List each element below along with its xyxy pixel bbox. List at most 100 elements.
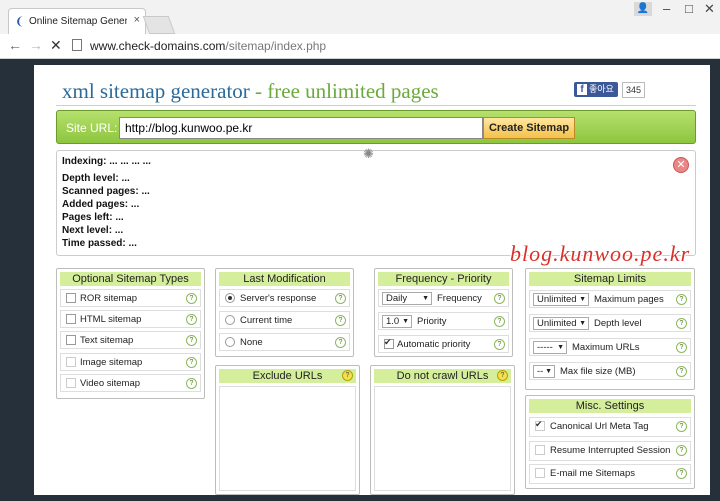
close-tab-icon[interactable]: × [134,14,140,26]
option-label: Canonical Url Meta Tag [550,421,649,432]
checkbox[interactable] [66,357,76,367]
facebook-like-button[interactable]: f 좋아요 [574,82,618,97]
maximum-pages-row: Unlimited ▼ Maximum pages ? [529,290,691,308]
dropdown-arrow-icon: ▼ [545,368,552,375]
maximize-icon[interactable]: □ [685,1,693,16]
browser-tab[interactable]: ❨ Online Sitemap Generato × [8,8,146,34]
panel-title: Frequency - Priority [378,272,509,286]
help-icon[interactable]: ? [186,314,197,325]
help-icon[interactable]: ? [186,293,197,304]
option-resume-interrupted-session[interactable]: Resume Interrupted Session? [529,441,691,461]
priority-select[interactable]: 1.0 ▼ [382,315,412,328]
new-tab-button[interactable] [142,16,176,34]
help-icon[interactable]: ? [335,337,346,348]
status-line: Scanned pages: ... [62,186,150,197]
checkbox[interactable] [66,314,76,324]
option-none[interactable]: None? [219,333,350,351]
radio-button[interactable] [225,337,235,347]
status-value: ... ... ... ... [109,156,151,167]
option-current-time[interactable]: Current time? [219,311,350,329]
status-value: ... [121,173,130,184]
checkbox[interactable] [535,468,545,478]
status-label: Depth level: [62,173,119,184]
help-icon[interactable]: ? [335,293,346,304]
option-image-sitemap[interactable]: Image sitemap? [60,353,201,371]
stop-icon[interactable]: ✕ [50,37,62,54]
checkbox[interactable] [66,335,76,345]
option-html-sitemap[interactable]: HTML sitemap? [60,310,201,328]
create-sitemap-button[interactable]: Create Sitemap [483,117,575,139]
option-label: E-mail me Sitemaps [550,468,635,479]
option-email-me-sitemaps[interactable]: E-mail me Sitemaps? [529,464,691,484]
exclude-urls-textarea[interactable] [219,386,356,491]
option-ror-sitemap[interactable]: ROR sitemap? [60,289,201,307]
checkbox[interactable] [66,378,76,388]
depth-level-row: Unlimited ▼ Depth level ? [529,314,691,332]
checkbox[interactable] [535,419,545,431]
panel-title: Optional Sitemap Types [60,272,201,286]
minimize-icon[interactable]: – [663,1,670,16]
select-value: Unlimited [537,294,577,305]
radio-button[interactable] [225,315,235,325]
site-url-bar: Site URL: Create Sitemap [56,110,696,144]
back-icon[interactable]: ← [8,37,22,53]
option-canonical-url-meta-tag[interactable]: Canonical Url Meta Tag? [529,417,691,437]
depth-level-select[interactable]: Unlimited ▼ [533,317,589,330]
url-host: www.check-domains.com [90,39,226,53]
maximum-pages-select[interactable]: Unlimited ▼ [533,293,589,306]
radio-button[interactable] [225,293,235,303]
title-main: xml sitemap generator [62,79,250,103]
max-file-size-row: -- ▼ Max file size (MB) ? [529,362,691,380]
title-free: free unlimited pages [267,79,439,103]
option-video-sitemap[interactable]: Video sitemap? [60,374,201,392]
help-icon[interactable]: ? [676,342,687,353]
user-profile-icon[interactable]: 👤 [634,2,652,16]
help-icon[interactable]: ? [186,378,197,389]
help-icon[interactable]: ? [186,335,197,346]
frequency-label: Frequency [437,293,482,304]
maximum-urls-select[interactable]: ----- ▼ [533,341,567,354]
panel-title: Exclude URLs [219,369,356,383]
status-value: ... [128,238,137,249]
status-line: Depth level: ... [62,173,130,184]
address-bar[interactable]: www.check-domains.com/sitemap/index.php [90,39,326,53]
facebook-like-count: 345 [622,82,646,98]
help-icon[interactable]: ? [335,315,346,326]
checkbox[interactable] [384,337,394,349]
help-icon[interactable]: ? [676,445,687,456]
help-icon[interactable]: ? [676,366,687,377]
forward-icon[interactable]: → [29,37,43,53]
optional-sitemap-types-panel: Optional Sitemap Types ROR sitemap? HTML… [56,268,205,399]
status-line: Added pages: ... [62,199,139,210]
page-title: xml sitemap generator - free unlimited p… [62,79,439,104]
status-value: ... [141,186,150,197]
option-label: Video sitemap [80,378,141,389]
option-servers-response[interactable]: Server's response? [219,289,350,307]
automatic-priority-row[interactable]: Automatic priority ? [378,335,509,353]
do-not-crawl-urls-textarea[interactable] [374,386,511,491]
site-url-input[interactable] [119,117,483,139]
max-file-size-select[interactable]: -- ▼ [533,365,555,378]
close-window-icon[interactable]: ✕ [704,1,715,17]
help-icon[interactable]: ? [497,370,508,381]
option-label: Current time [240,315,293,326]
help-icon[interactable]: ? [494,293,505,304]
help-icon[interactable]: ? [186,357,197,368]
help-icon[interactable]: ? [676,468,687,479]
main-content: xml sitemap generator - free unlimited p… [34,65,710,495]
help-icon[interactable]: ? [676,318,687,329]
option-label: None [240,337,263,348]
checkbox[interactable] [535,445,545,455]
help-icon[interactable]: ? [494,339,505,350]
help-icon[interactable]: ? [676,421,687,432]
limit-label: Maximum URLs [572,342,640,353]
close-status-icon[interactable]: ✕ [673,157,689,173]
facebook-like-label: 좋아요 [589,84,614,94]
help-icon[interactable]: ? [676,294,687,305]
help-icon[interactable]: ? [342,370,353,381]
option-text-sitemap[interactable]: Text sitemap? [60,331,201,349]
frequency-select[interactable]: Daily ▼ [382,292,432,305]
help-icon[interactable]: ? [494,316,505,327]
url-path: /sitemap/index.php [225,39,327,53]
checkbox[interactable] [66,293,76,303]
